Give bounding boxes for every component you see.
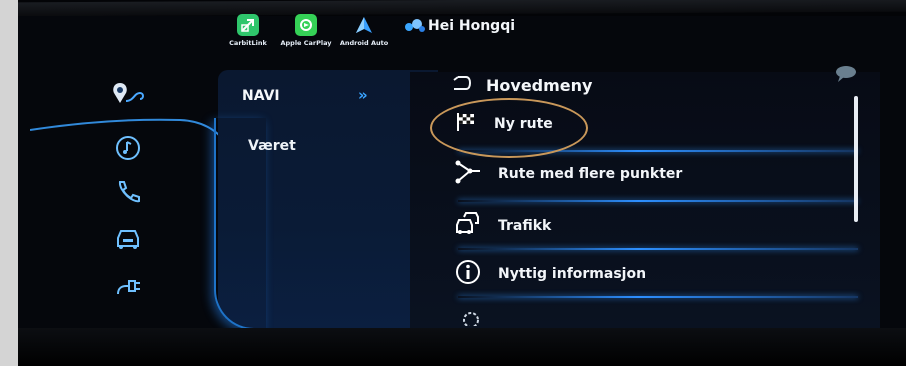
navigation-icon — [108, 79, 148, 113]
chat-bubble-icon[interactable] — [834, 64, 858, 88]
menu-item-label: Nyttig informasjon — [498, 266, 647, 282]
sidebar — [30, 60, 221, 328]
menu-item-traffic[interactable]: Trafikk — [454, 208, 551, 244]
submenu-item-navi[interactable]: NAVI — [242, 88, 280, 104]
info-icon — [454, 258, 482, 290]
charging-icon — [112, 272, 144, 304]
app-carbitlink[interactable]: CarbitLink — [218, 14, 278, 47]
assistant-icon[interactable] — [404, 18, 426, 38]
sidebar-item-phone[interactable] — [106, 176, 150, 212]
sidebar-item-vehicle[interactable] — [106, 222, 150, 258]
app-carplay[interactable]: Apple CarPlay — [276, 14, 336, 47]
top-status-bar: CarbitLink Apple CarPlay Android Auto He… — [218, 14, 718, 68]
menu-item-label: Rute med flere punkter — [498, 166, 683, 182]
highlight-circle — [430, 98, 588, 158]
phone-icon — [113, 177, 143, 211]
traffic-icon — [454, 211, 482, 241]
sidebar-item-charging[interactable] — [106, 270, 150, 306]
multi-waypoint-icon — [454, 159, 482, 189]
gear-icon — [458, 306, 484, 330]
app-label: Apple CarPlay — [280, 39, 332, 47]
menu-item-multi-point-route[interactable]: Rute med flere punkter — [454, 156, 682, 192]
carbitlink-icon — [237, 14, 259, 36]
menu-item-label: Trafikk — [498, 218, 552, 234]
menu-title: Hovedmeny — [486, 75, 593, 95]
scrollbar[interactable] — [854, 96, 858, 222]
menu-header: Hovedmeny — [450, 70, 592, 100]
app-android-auto[interactable]: Android Auto — [334, 14, 394, 47]
back-icon[interactable] — [450, 74, 472, 96]
divider — [458, 200, 858, 202]
app-label: Android Auto — [339, 39, 389, 47]
app-label: CarbitLink — [229, 39, 267, 47]
sidebar-item-music[interactable] — [106, 132, 150, 168]
music-icon — [113, 133, 143, 167]
chevron-right-icon: » — [358, 86, 368, 104]
menu-item-useful-info[interactable]: Nyttig informasjon — [454, 256, 646, 292]
bezel-bottom — [18, 328, 906, 366]
submenu-item-weather[interactable]: Været — [248, 138, 296, 154]
android-auto-icon — [353, 14, 375, 36]
greeting-text: Hei Hongqi — [428, 18, 516, 34]
screen-frame: CarbitLink Apple CarPlay Android Auto He… — [18, 0, 906, 366]
car-icon — [112, 224, 144, 256]
divider — [458, 296, 858, 298]
carplay-icon — [295, 14, 317, 36]
divider — [458, 248, 858, 250]
sidebar-item-navigation[interactable] — [106, 78, 150, 114]
